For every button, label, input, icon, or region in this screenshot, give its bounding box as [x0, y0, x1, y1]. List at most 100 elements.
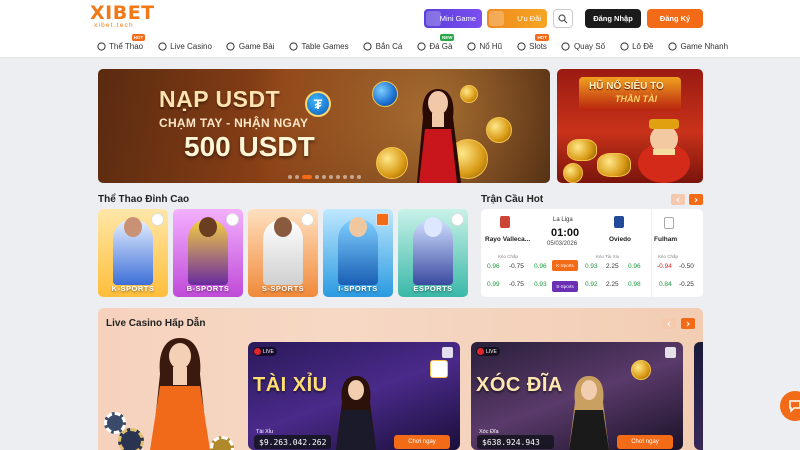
carousel-dot[interactable] — [328, 175, 333, 179]
odd-value[interactable]: 0.93 — [585, 263, 598, 270]
nav-item-bắn-cá[interactable]: Bắn Cá — [363, 41, 402, 51]
next-match-team[interactable]: Fulham — [654, 236, 677, 243]
game-card-partial[interactable] — [694, 342, 703, 450]
promo-banner[interactable]: NẠP USDT ₮ CHẠM TAY - NHẬN NGAY 500 USDT — [98, 69, 550, 183]
sport-card-esports[interactable]: ESPORTS — [398, 209, 468, 297]
play-now-button[interactable]: Chơi ngay — [394, 435, 450, 449]
register-button[interactable]: Đăng Ký — [647, 9, 703, 28]
source-badge[interactable]: K-Sports — [552, 260, 578, 271]
odd-value[interactable]: 0.98 — [628, 281, 641, 288]
login-button[interactable]: Đăng Nhập — [585, 9, 641, 28]
chevron-right-icon — [686, 321, 690, 326]
carousel-dot[interactable] — [287, 175, 292, 179]
nav-item-game-nhanh[interactable]: Game Nhanh — [667, 41, 728, 51]
chevron-right-icon — [694, 197, 698, 202]
nav-item-đá-gà[interactable]: Đá Gà NEW — [416, 34, 455, 51]
banner-amount: 500 USDT — [184, 131, 315, 162]
game-card-tai-xiu[interactable]: LIVE TÀI XỈU Tài Xỉu $9.263.042.262 Chơi… — [248, 342, 460, 450]
sport-card-b-sports[interactable]: B-SPORTS — [173, 209, 243, 297]
odd-value[interactable]: -0.25 — [679, 281, 694, 288]
odd-value[interactable]: 0.93 — [534, 281, 547, 288]
carousel-dot[interactable] — [314, 175, 319, 179]
rocket-icon — [667, 41, 677, 51]
sound-toggle-button[interactable] — [442, 347, 453, 358]
odd-value[interactable]: 0.96 — [534, 263, 547, 270]
nav-item-table-games[interactable]: Table Games — [289, 41, 349, 51]
odd-value[interactable]: -0.75 — [509, 263, 524, 270]
chat-button[interactable] — [780, 391, 800, 421]
odd-value[interactable]: -0.75 — [509, 281, 524, 288]
soccer-ball-icon — [96, 41, 106, 51]
live-casino-next-button[interactable] — [681, 318, 695, 329]
match-card[interactable]: La Liga Rayo Valleca... 01:00 05/03/2026… — [481, 209, 649, 297]
source-badge[interactable]: S-Sports — [552, 281, 578, 292]
rooster-icon — [416, 41, 426, 51]
sport-card-s-sports[interactable]: S-SPORTS — [248, 209, 318, 297]
carousel-dot-active[interactable] — [301, 175, 312, 179]
coin-icon — [372, 81, 398, 107]
chevron-left-icon — [676, 197, 680, 202]
nav-badge: NEW — [439, 34, 455, 41]
nav-item-game-bài[interactable]: Game Bài — [226, 41, 275, 51]
nav-item-label: Nổ Hũ — [479, 41, 503, 51]
carousel-dot[interactable] — [321, 175, 326, 179]
brand-logo[interactable]: XIBET xibet.tech — [90, 2, 160, 29]
odd-value[interactable]: 0.92 — [585, 281, 598, 288]
live-badge: LIVE — [476, 347, 500, 356]
logo-text: IBET — [105, 2, 155, 24]
sport-card-label: ESPORTS — [413, 284, 453, 293]
carousel-dot[interactable] — [349, 175, 354, 179]
sport-card-label: S-SPORTS — [261, 284, 305, 293]
sport-card-label: B-SPORTS — [186, 284, 230, 293]
nav-item-quay-số[interactable]: Quay Số — [561, 41, 605, 51]
live-casino-prev-button[interactable] — [662, 318, 676, 329]
odd-value[interactable]: 2.25 — [606, 263, 619, 270]
dealer-image — [336, 376, 376, 450]
hot-matches-title: Trận Cầu Hot — [481, 194, 544, 205]
game-title: TÀI XỈU — [253, 374, 328, 396]
sport-card-k-sports[interactable]: K-SPORTS — [98, 209, 168, 297]
table-icon — [289, 41, 299, 51]
casino-chip-icon — [118, 428, 144, 450]
sport-card-i-sports[interactable]: I-SPORTS — [323, 209, 393, 297]
jackpot-amount: $638.924.943 — [477, 435, 554, 449]
provider-logo-icon — [151, 213, 164, 226]
odd-value[interactable]: -0.50 — [679, 263, 694, 270]
live-dealer-icon — [157, 41, 167, 51]
nav-item-slots[interactable]: Slots HOT — [516, 34, 549, 51]
mini-game-button[interactable]: Mini Game — [424, 9, 482, 28]
jackpot-icon — [466, 41, 476, 51]
nav-item-label: Game Bài — [238, 41, 275, 51]
nav-item-nổ-hũ[interactable]: Nổ Hũ — [466, 41, 502, 51]
carousel-dot[interactable] — [294, 175, 299, 179]
hot-matches-prev-button[interactable] — [671, 194, 685, 205]
odd-value[interactable]: -0.94 — [657, 263, 672, 270]
carousel-dot[interactable] — [335, 175, 340, 179]
carousel-dots — [98, 175, 550, 179]
odd-value[interactable]: 2.25 — [606, 281, 619, 288]
jackpot-banner[interactable]: HŨ NỔ SIÊU TO THẦN TÀI — [557, 69, 703, 183]
carousel-dot[interactable] — [356, 175, 361, 179]
nav-item-live-casino[interactable]: Live Casino — [157, 41, 212, 51]
home-team-logo — [500, 216, 510, 228]
chat-bubble-icon — [789, 400, 800, 413]
logo-x-mark: X — [90, 2, 106, 24]
overunder-header: Kèo Tài Xỉu — [596, 254, 620, 259]
odd-value[interactable]: 0.96 — [487, 263, 500, 270]
carousel-dot[interactable] — [342, 175, 347, 179]
nav-item-lô-đề[interactable]: Lô Đề — [619, 41, 653, 51]
play-now-button[interactable]: Chơi ngay — [617, 435, 673, 449]
nav-item-thể-thao[interactable]: Thể Thao HOT — [96, 34, 146, 51]
logo-domain: xibet.tech — [94, 22, 134, 29]
odd-value[interactable]: 0.99 — [487, 281, 500, 288]
odd-value[interactable]: 0.84 — [659, 281, 672, 288]
hot-matches-next-button[interactable] — [689, 194, 703, 205]
odd-value[interactable]: 0.96 — [628, 263, 641, 270]
promotions-button[interactable]: Ưu Đãi — [487, 9, 547, 28]
game-card-xoc-dia[interactable]: LIVE XÓC ĐĨA Xóc Đĩa $638.924.943 Chơi n… — [471, 342, 683, 450]
nav-badge: HOT — [131, 34, 146, 41]
mini-game-label: Mini Game — [439, 14, 476, 23]
search-button[interactable] — [553, 9, 573, 28]
sound-toggle-button[interactable] — [665, 347, 676, 358]
main-nav: Thể Thao HOT Live Casino Game Bài Table Game… — [96, 34, 742, 54]
